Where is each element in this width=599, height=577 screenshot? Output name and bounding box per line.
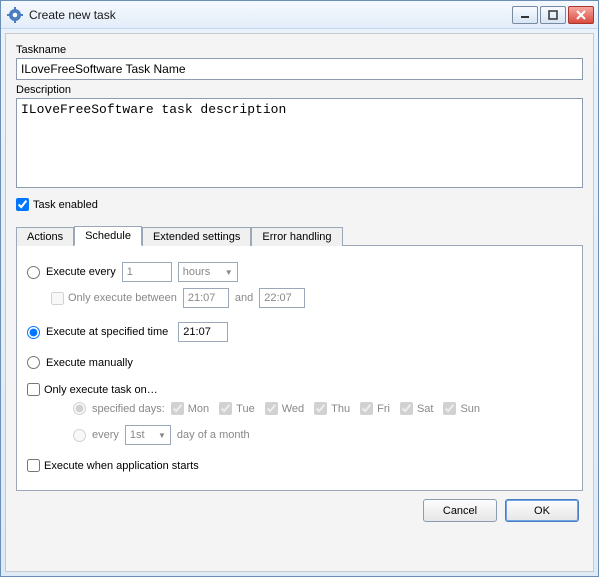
execute-every-value[interactable]: 1 xyxy=(122,262,172,282)
day-mon[interactable] xyxy=(171,402,184,415)
every-nth-prefix: every xyxy=(92,429,119,441)
create-task-window: Create new task Taskname Description ILo… xyxy=(0,0,599,577)
day-sun[interactable] xyxy=(443,402,456,415)
execute-on-start-input[interactable] xyxy=(27,459,40,472)
day-thu[interactable] xyxy=(314,402,327,415)
task-enabled-label: Task enabled xyxy=(33,199,98,211)
tab-extended[interactable]: Extended settings xyxy=(142,227,251,246)
maximize-button[interactable] xyxy=(540,6,566,24)
only-execute-on-label: Only execute task on… xyxy=(44,384,158,396)
titlebar[interactable]: Create new task xyxy=(1,1,598,29)
day-tue[interactable] xyxy=(219,402,232,415)
between-from[interactable]: 21:07 xyxy=(183,288,229,308)
every-nth-suffix: day of a month xyxy=(177,429,250,441)
dialog-footer: Cancel OK xyxy=(16,491,583,524)
day-sat[interactable] xyxy=(400,402,413,415)
radio-execute-every[interactable] xyxy=(27,266,40,279)
day-wed[interactable] xyxy=(265,402,278,415)
tab-error[interactable]: Error handling xyxy=(251,227,342,246)
between-and-label: and xyxy=(235,292,253,304)
task-enabled-input[interactable] xyxy=(16,198,29,211)
only-execute-on-input[interactable] xyxy=(27,383,40,396)
tab-schedule[interactable]: Schedule xyxy=(74,226,142,246)
radio-execute-at[interactable] xyxy=(27,326,40,339)
execute-every-label: Execute every xyxy=(46,266,116,278)
day-fri[interactable] xyxy=(360,402,373,415)
task-enabled-checkbox[interactable]: Task enabled xyxy=(16,198,583,211)
radio-execute-manually[interactable] xyxy=(27,356,40,369)
cancel-button[interactable]: Cancel xyxy=(423,499,497,522)
ok-button[interactable]: OK xyxy=(505,499,579,522)
taskname-input[interactable] xyxy=(16,58,583,80)
execute-at-time[interactable]: 21:07 xyxy=(178,322,228,342)
description-textarea[interactable]: ILoveFreeSoftware task description xyxy=(16,98,583,188)
only-between-input[interactable] xyxy=(51,292,64,305)
day-list: Mon Tue Wed Thu Fri Sat Sun xyxy=(171,402,480,415)
execute-manually-label: Execute manually xyxy=(46,357,133,369)
specified-days-label: specified days: xyxy=(92,403,165,415)
only-execute-on-checkbox[interactable]: Only execute task on… xyxy=(27,383,158,396)
taskname-label: Taskname xyxy=(16,44,583,56)
close-button[interactable] xyxy=(568,6,594,24)
radio-specified-days[interactable] xyxy=(73,402,86,415)
execute-on-start-label: Execute when application starts xyxy=(44,460,199,472)
execute-at-label: Execute at specified time xyxy=(46,326,168,338)
only-between-checkbox[interactable]: Only execute between xyxy=(51,292,177,305)
client-area: Taskname Description ILoveFreeSoftware t… xyxy=(5,33,594,572)
minimize-button[interactable] xyxy=(512,6,538,24)
only-between-label: Only execute between xyxy=(68,292,177,304)
schedule-panel: Execute every 1 hours ▼ Only execute bet… xyxy=(16,245,583,491)
radio-every-nth[interactable] xyxy=(73,429,86,442)
every-nth-value-text: 1st xyxy=(130,429,145,441)
tab-actions[interactable]: Actions xyxy=(16,227,74,246)
window-title: Create new task xyxy=(29,8,510,22)
chevron-down-icon: ▼ xyxy=(158,431,166,440)
tabstrip: Actions Schedule Extended settings Error… xyxy=(16,225,583,245)
execute-every-unit-text: hours xyxy=(183,266,211,278)
chevron-down-icon: ▼ xyxy=(225,268,233,277)
execute-every-unit[interactable]: hours ▼ xyxy=(178,262,238,282)
description-label: Description xyxy=(16,84,583,96)
execute-on-start-checkbox[interactable]: Execute when application starts xyxy=(27,459,199,472)
every-nth-value[interactable]: 1st ▼ xyxy=(125,425,171,445)
app-gear-icon xyxy=(7,7,23,23)
between-to[interactable]: 22:07 xyxy=(259,288,305,308)
